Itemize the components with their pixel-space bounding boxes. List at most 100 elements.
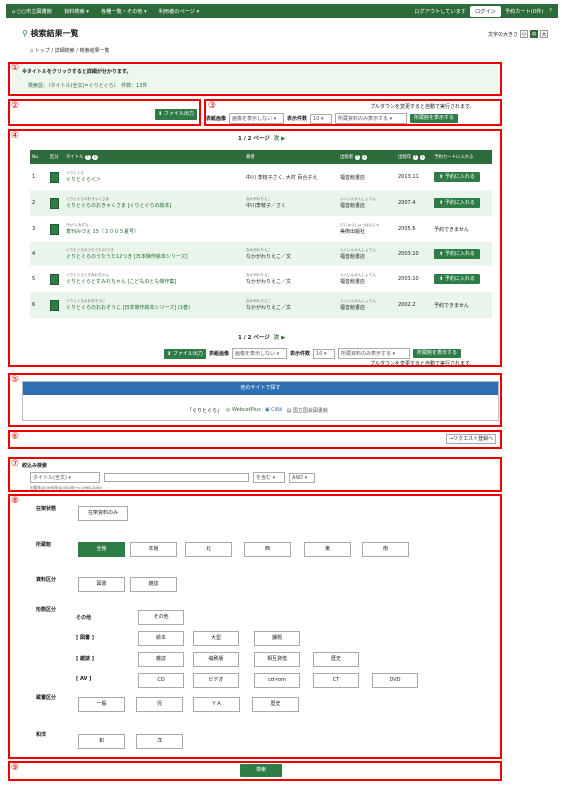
reserve-button[interactable]: ⬆ 予約に入れる <box>434 172 480 182</box>
font-mid-button[interactable]: 中 <box>530 30 538 38</box>
sort-desc-icon[interactable]: ↓ <box>419 155 426 160</box>
nav-lists[interactable]: 各種一覧・その他 ▾ <box>95 8 153 15</box>
count-select[interactable]: 10 ▾ <box>310 113 333 124</box>
facet-magazine[interactable]: 雑誌 <box>138 652 184 667</box>
facet-cdrom[interactable]: cd-rom <box>254 673 300 688</box>
refine-op-select[interactable]: AND ▾ <box>289 472 315 483</box>
other-sites-header: 他のサイトで探す <box>23 382 498 395</box>
help-icon[interactable]: ? <box>549 8 552 14</box>
cover-select[interactable]: 画像を表示しない ▾ <box>232 348 288 359</box>
facet-western[interactable]: 洋 <box>136 734 183 749</box>
other-label: その他 <box>76 615 92 621</box>
request-link[interactable]: →リクエスト登録へ <box>446 434 496 444</box>
facet-ct[interactable]: CT <box>313 673 359 688</box>
reserve-button[interactable]: ⬆ 予約に入れる <box>434 274 480 284</box>
pub-year: 2003.10 <box>396 242 432 266</box>
row-no: 6 <box>30 292 48 318</box>
sort-asc-icon[interactable]: ↑ <box>354 155 361 160</box>
refine-text-input[interactable] <box>104 473 249 482</box>
font-large-button[interactable]: 大 <box>540 30 548 38</box>
title-link[interactable]: ぐりとぐらのおおそうじ [日本傑作絵本シリーズ] (1巻) <box>66 305 190 311</box>
facet-lib-west[interactable]: 西 <box>244 542 291 557</box>
publisher-ruby: ふくいんかんしょてん <box>340 299 376 303</box>
facet-child[interactable]: 児 <box>136 697 183 712</box>
col-publisher[interactable]: 出版者 ↑ ↓ <box>338 150 396 164</box>
reserve-button[interactable]: ⬆ 予約に入れる <box>434 198 480 208</box>
sort-asc-icon[interactable]: ↑ <box>412 155 419 160</box>
ndl-link[interactable]: ▤ 国立国会図書館 <box>287 407 328 414</box>
row-no: 2 <box>30 190 48 216</box>
col-year-text: 出版年 <box>398 155 412 160</box>
title-link[interactable]: ぐりとぐらとすみれちゃん [こどものとも傑作集] <box>66 279 176 285</box>
cart-link[interactable]: 予約カート(0件) <box>505 8 543 15</box>
holdings-select[interactable]: 所蔵資料のみ表示する ▾ <box>338 348 411 359</box>
facet-picturebook[interactable]: 絵本 <box>138 631 184 646</box>
sort-desc-icon[interactable]: ↓ <box>361 155 368 160</box>
facet-assignment[interactable]: 課題 <box>254 631 300 646</box>
nav-user-page[interactable]: 利用者のページ ▾ <box>153 8 205 15</box>
facet-cd[interactable]: CD <box>138 673 184 688</box>
facet-video[interactable]: ビデオ <box>193 673 239 688</box>
pager-next-top[interactable]: 次 ▶ <box>274 136 286 142</box>
file-export-button-bottom[interactable]: ⬇ ファイル出力 <box>164 348 206 359</box>
facet-dvd[interactable]: DVD <box>372 673 418 688</box>
facet-japanese[interactable]: 和 <box>78 734 125 749</box>
facet-instock[interactable]: 在架資料のみ <box>78 506 128 521</box>
sort-desc-icon[interactable]: ↓ <box>92 155 98 160</box>
refine-contains-value: を含む <box>256 475 272 481</box>
publisher-ruby: ふくいんかんしょてん <box>340 248 376 252</box>
holdings-select[interactable]: 所蔵資料のみ表示する ▾ <box>335 113 408 124</box>
pager-next-bottom[interactable]: 次 ▶ <box>274 335 286 341</box>
other-sites-panel: 他のサイトで探す 「ぐりとぐら」 ◎ WebcatPlus ▣ CiNii ▤ … <box>22 381 499 421</box>
file-export-button[interactable]: ⬇ ファイル出力 <box>155 109 197 120</box>
refine-contains-select[interactable]: を含む ▾ <box>253 472 285 483</box>
facet-mag-history[interactable]: 歴史 <box>313 652 359 667</box>
refine-field-select[interactable]: タイトル(全文) ▾ <box>30 472 100 483</box>
pub-year: 2005.6 <box>398 226 416 232</box>
col-title[interactable]: タイトル ↑ ↓ <box>64 150 244 164</box>
sort-asc-icon[interactable]: ↑ <box>84 155 91 160</box>
table-row: 5 ぐりとぐらとすみれちゃん ぐりとぐらとすみれちゃん [こどものとも傑作集] な… <box>30 266 492 292</box>
author-ruby: なかがわりえこ <box>246 248 272 252</box>
facet-general[interactable]: 一般 <box>78 697 125 712</box>
title-ruby: ぐりとぐらのうたうた12つき <box>66 248 114 252</box>
facet-lib-main[interactable]: 本館 <box>130 542 177 557</box>
facet-lib-east[interactable]: 東 <box>304 542 351 557</box>
cinii-link[interactable]: ▣ CiNii <box>265 407 283 414</box>
facet-other[interactable]: その他 <box>138 610 184 625</box>
home-link[interactable]: ⌂ ○○市立図書館 <box>6 8 58 15</box>
facet-reduced[interactable]: 縮刷版 <box>193 652 239 667</box>
query-info: ※タイトルをクリックすると詳細が分かります。 検索語：（タイトル(全文)=ぐりと… <box>12 65 498 93</box>
count-select[interactable]: 10 ▾ <box>313 348 336 359</box>
font-small-button[interactable]: 小 <box>520 30 528 38</box>
facet-ill[interactable]: 相互貸借 <box>254 652 300 667</box>
refine-field-value: タイトル(全文) <box>33 475 67 481</box>
author-ruby: なかがわりえこ <box>246 273 272 277</box>
search-button[interactable]: 検索 <box>240 764 282 777</box>
facet-lib-north[interactable]: 北 <box>185 542 232 557</box>
facet-shelf-history[interactable]: 歴史 <box>252 697 299 712</box>
breadcrumb-text[interactable]: トップ / 詳細検索 / 検索結果一覧 <box>35 48 110 54</box>
login-button[interactable]: ログイン <box>469 5 501 17</box>
facet-type-book[interactable]: 図書 <box>78 577 125 592</box>
title-link[interactable]: 季刊みづえ 15（２００５夏号） <box>66 229 139 235</box>
cover-select[interactable]: 画像を表示しない ▾ <box>229 113 285 124</box>
publisher-ruby: ふくいんかんしょてん <box>340 197 376 201</box>
title-link[interactable]: ぐりとぐら＜＞ <box>66 177 101 183</box>
facet-lib-south[interactable]: 南 <box>362 542 409 557</box>
auto-run-note: プルダウンを変更すると自動で実行されます。 <box>370 104 475 110</box>
reserve-unavailable: 予約できません <box>434 226 469 233</box>
show-holdings-button[interactable]: 所蔵館を表示する <box>410 114 459 123</box>
facet-lib-all[interactable]: 全館 <box>78 542 125 557</box>
facet-large[interactable]: 大型 <box>193 631 239 646</box>
facet-ya[interactable]: ＹＡ <box>193 697 240 712</box>
reserve-button[interactable]: ⬆ 予約に入れる <box>434 249 480 259</box>
facet-type-mag[interactable]: 雑誌 <box>130 577 177 592</box>
show-holdings-button[interactable]: 所蔵館を表示する <box>413 349 462 358</box>
webcat-link[interactable]: ◎ WebcatPlus <box>226 407 261 414</box>
col-year[interactable]: 出版年 ↑ ↓ <box>396 150 432 164</box>
nav-search[interactable]: 資料検索 ▾ <box>58 8 95 15</box>
title-link[interactable]: ぐりとぐらのおきゃくさま [ぐりとぐらの絵本] <box>66 203 172 209</box>
col-author[interactable]: 著者 <box>244 150 338 164</box>
title-link[interactable]: ぐりとぐらのうたうた12つき [日本傑作絵本シリーズ] <box>66 254 188 260</box>
